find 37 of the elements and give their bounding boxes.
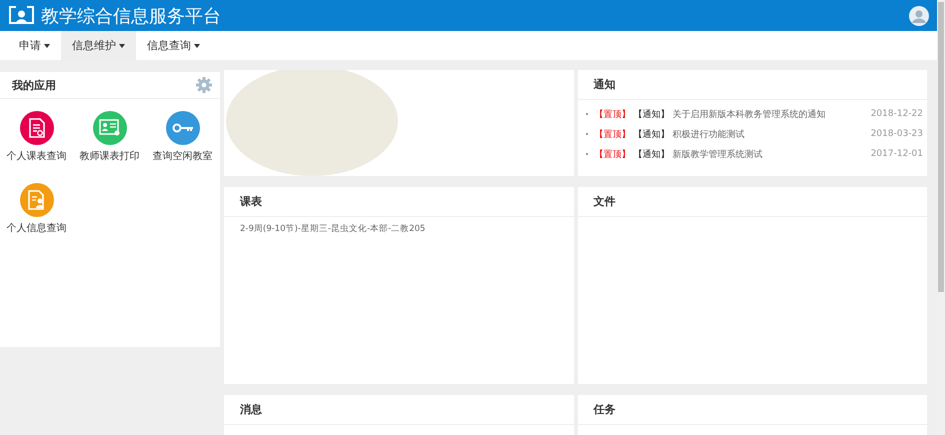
app-shortcut[interactable]: 教师课表打印 (73, 111, 146, 163)
app-title: 教学综合信息服务平台 (41, 4, 222, 28)
screen-user-icon (8, 4, 35, 27)
card-title: 通知 (594, 77, 616, 92)
app-shortcut[interactable]: 个人课表查询 (0, 111, 73, 163)
notice-date: 2018-12-22 (870, 109, 923, 119)
caret-icon (194, 44, 200, 48)
nav-menu-tab[interactable]: 信息查询 (136, 31, 211, 60)
pinned-label: 【置顶】 (594, 108, 630, 120)
nav-menu-tab[interactable]: 申请 (8, 31, 61, 60)
nav-menu-tab[interactable]: 信息维护 (61, 31, 136, 60)
pinned-label: 【置顶】 (594, 128, 630, 140)
schedule-entry: 2-9周(9-10节)-星期三-昆虫文化-本部-二教205 (239, 223, 426, 236)
app-shortcut[interactable]: 个人信息查询 (0, 183, 73, 235)
notice-date: 2018-03-23 (870, 129, 923, 139)
notice-tag: 【通知】 (634, 128, 670, 140)
notice-link[interactable]: 新版教学管理系统测试 (672, 148, 868, 160)
notice-tag: 【通知】 (634, 148, 670, 160)
card-title: 课表 (240, 194, 262, 209)
card-title: 任务 (594, 402, 616, 417)
caret-icon (119, 44, 125, 48)
card-title: 文件 (594, 194, 616, 209)
notice-link[interactable]: 关于启用新版本科教务管理系统的通知 (672, 108, 868, 120)
caret-icon (44, 44, 50, 48)
panel-title: 我的应用 (12, 78, 56, 92)
app-shortcut[interactable]: 查询空闲教室 (146, 111, 219, 163)
notice-tag: 【通知】 (634, 108, 670, 120)
id-card-icon (98, 119, 120, 137)
notice-link[interactable]: 积极进行功能测试 (672, 128, 868, 140)
document-icon (28, 118, 44, 138)
profile-document-icon (28, 190, 46, 210)
avatar-icon[interactable] (909, 6, 929, 26)
notice-date: 2017-12-01 (870, 149, 923, 159)
card-title: 消息 (240, 402, 262, 417)
key-icon (172, 123, 194, 133)
pinned-label: 【置顶】 (594, 148, 630, 160)
settings-icon[interactable] (196, 77, 212, 93)
